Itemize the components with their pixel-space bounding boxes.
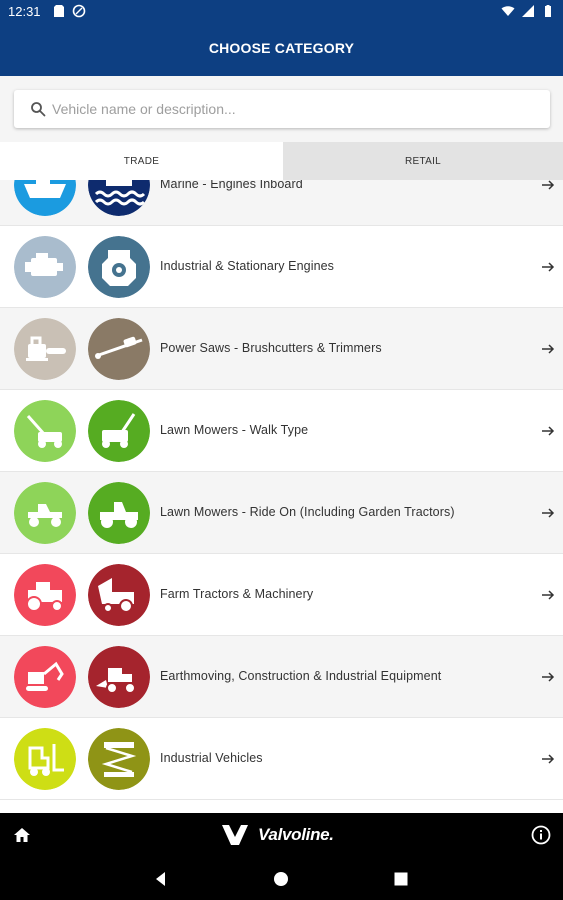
brand-logo: Valvoline. — [222, 823, 334, 847]
arrow-right-icon — [542, 426, 555, 436]
category-row-power-saws[interactable]: Power Saws - Brushcutters & Trimmers — [0, 308, 563, 390]
arrow-right-icon — [542, 344, 555, 354]
brushcutter-icon — [88, 318, 150, 380]
sd-card-icon — [54, 5, 64, 17]
category-row-industrial-engines[interactable]: Industrial & Stationary Engines — [0, 226, 563, 308]
walk-mower-icon — [14, 400, 76, 462]
category-list: Marine - Engines Inboard Industrial & St… — [0, 180, 563, 813]
ride-on-mower-icon — [14, 482, 76, 544]
valvoline-v-icon — [222, 825, 248, 845]
category-label: Power Saws - Brushcutters & Trimmers — [160, 341, 382, 355]
category-label: Earthmoving, Construction & Industrial E… — [160, 669, 442, 683]
garden-tractor-icon — [88, 482, 150, 544]
arrow-right-icon — [542, 590, 555, 600]
arrow-right-icon — [542, 754, 555, 764]
category-label: Farm Tractors & Machinery — [160, 587, 314, 601]
arrow-right-icon — [542, 672, 555, 682]
tab-trade[interactable]: TRADE — [0, 142, 283, 180]
arrow-right-icon — [542, 180, 555, 190]
category-label: Lawn Mowers - Walk Type — [160, 423, 309, 437]
scissor-lift-icon — [88, 728, 150, 790]
category-label: Lawn Mowers - Ride On (Including Garden … — [160, 505, 455, 519]
category-row-industrial-vehicles[interactable]: Industrial Vehicles — [0, 718, 563, 800]
bottom-bar: Valvoline. — [0, 813, 563, 858]
category-tabs: TRADE RETAIL — [0, 142, 563, 180]
search-box[interactable] — [14, 90, 550, 128]
tractor-icon — [14, 564, 76, 626]
home-circle-icon[interactable] — [273, 871, 289, 887]
brand-wordmark: Valvoline. — [258, 825, 334, 844]
tab-retail[interactable]: RETAIL — [283, 142, 563, 180]
data-saver-icon — [72, 4, 86, 18]
status-time: 12:31 — [8, 4, 41, 19]
search-icon — [31, 102, 46, 117]
harvester-icon — [88, 564, 150, 626]
info-icon[interactable] — [531, 825, 551, 845]
category-row-earthmoving[interactable]: Earthmoving, Construction & Industrial E… — [0, 636, 563, 718]
boat-icon — [14, 180, 76, 216]
walk-mower-icon — [88, 400, 150, 462]
back-icon[interactable] — [153, 871, 169, 887]
home-icon[interactable] — [12, 825, 32, 845]
wheel-loader-icon — [88, 646, 150, 708]
forklift-icon — [14, 728, 76, 790]
category-row-ride-on-mowers[interactable]: Lawn Mowers - Ride On (Including Garden … — [0, 472, 563, 554]
category-label: Industrial & Stationary Engines — [160, 259, 335, 273]
stationary-engine-icon — [88, 236, 150, 298]
page-title: CHOOSE CATEGORY — [208, 40, 355, 56]
battery-icon — [545, 5, 551, 17]
search-area — [0, 76, 563, 142]
chainsaw-icon — [14, 318, 76, 380]
signal-icon — [522, 5, 534, 17]
category-label: Marine - Engines Inboard — [160, 180, 303, 191]
category-label: Industrial Vehicles — [160, 751, 263, 765]
arrow-right-icon — [542, 508, 555, 518]
category-row-walk-mowers[interactable]: Lawn Mowers - Walk Type — [0, 390, 563, 472]
category-row-farm-tractors[interactable]: Farm Tractors & Machinery — [0, 554, 563, 636]
recents-icon[interactable] — [393, 871, 409, 887]
search-input[interactable] — [52, 90, 532, 128]
status-bar: 12:31 — [0, 0, 563, 24]
app-bar: CHOOSE CATEGORY — [0, 24, 563, 76]
system-nav-bar — [0, 858, 563, 900]
marine-engine-icon — [88, 180, 150, 216]
excavator-icon — [14, 646, 76, 708]
category-row-marine[interactable]: Marine - Engines Inboard — [0, 180, 563, 226]
engine-icon — [14, 236, 76, 298]
arrow-right-icon — [542, 262, 555, 272]
wifi-icon — [501, 6, 515, 16]
